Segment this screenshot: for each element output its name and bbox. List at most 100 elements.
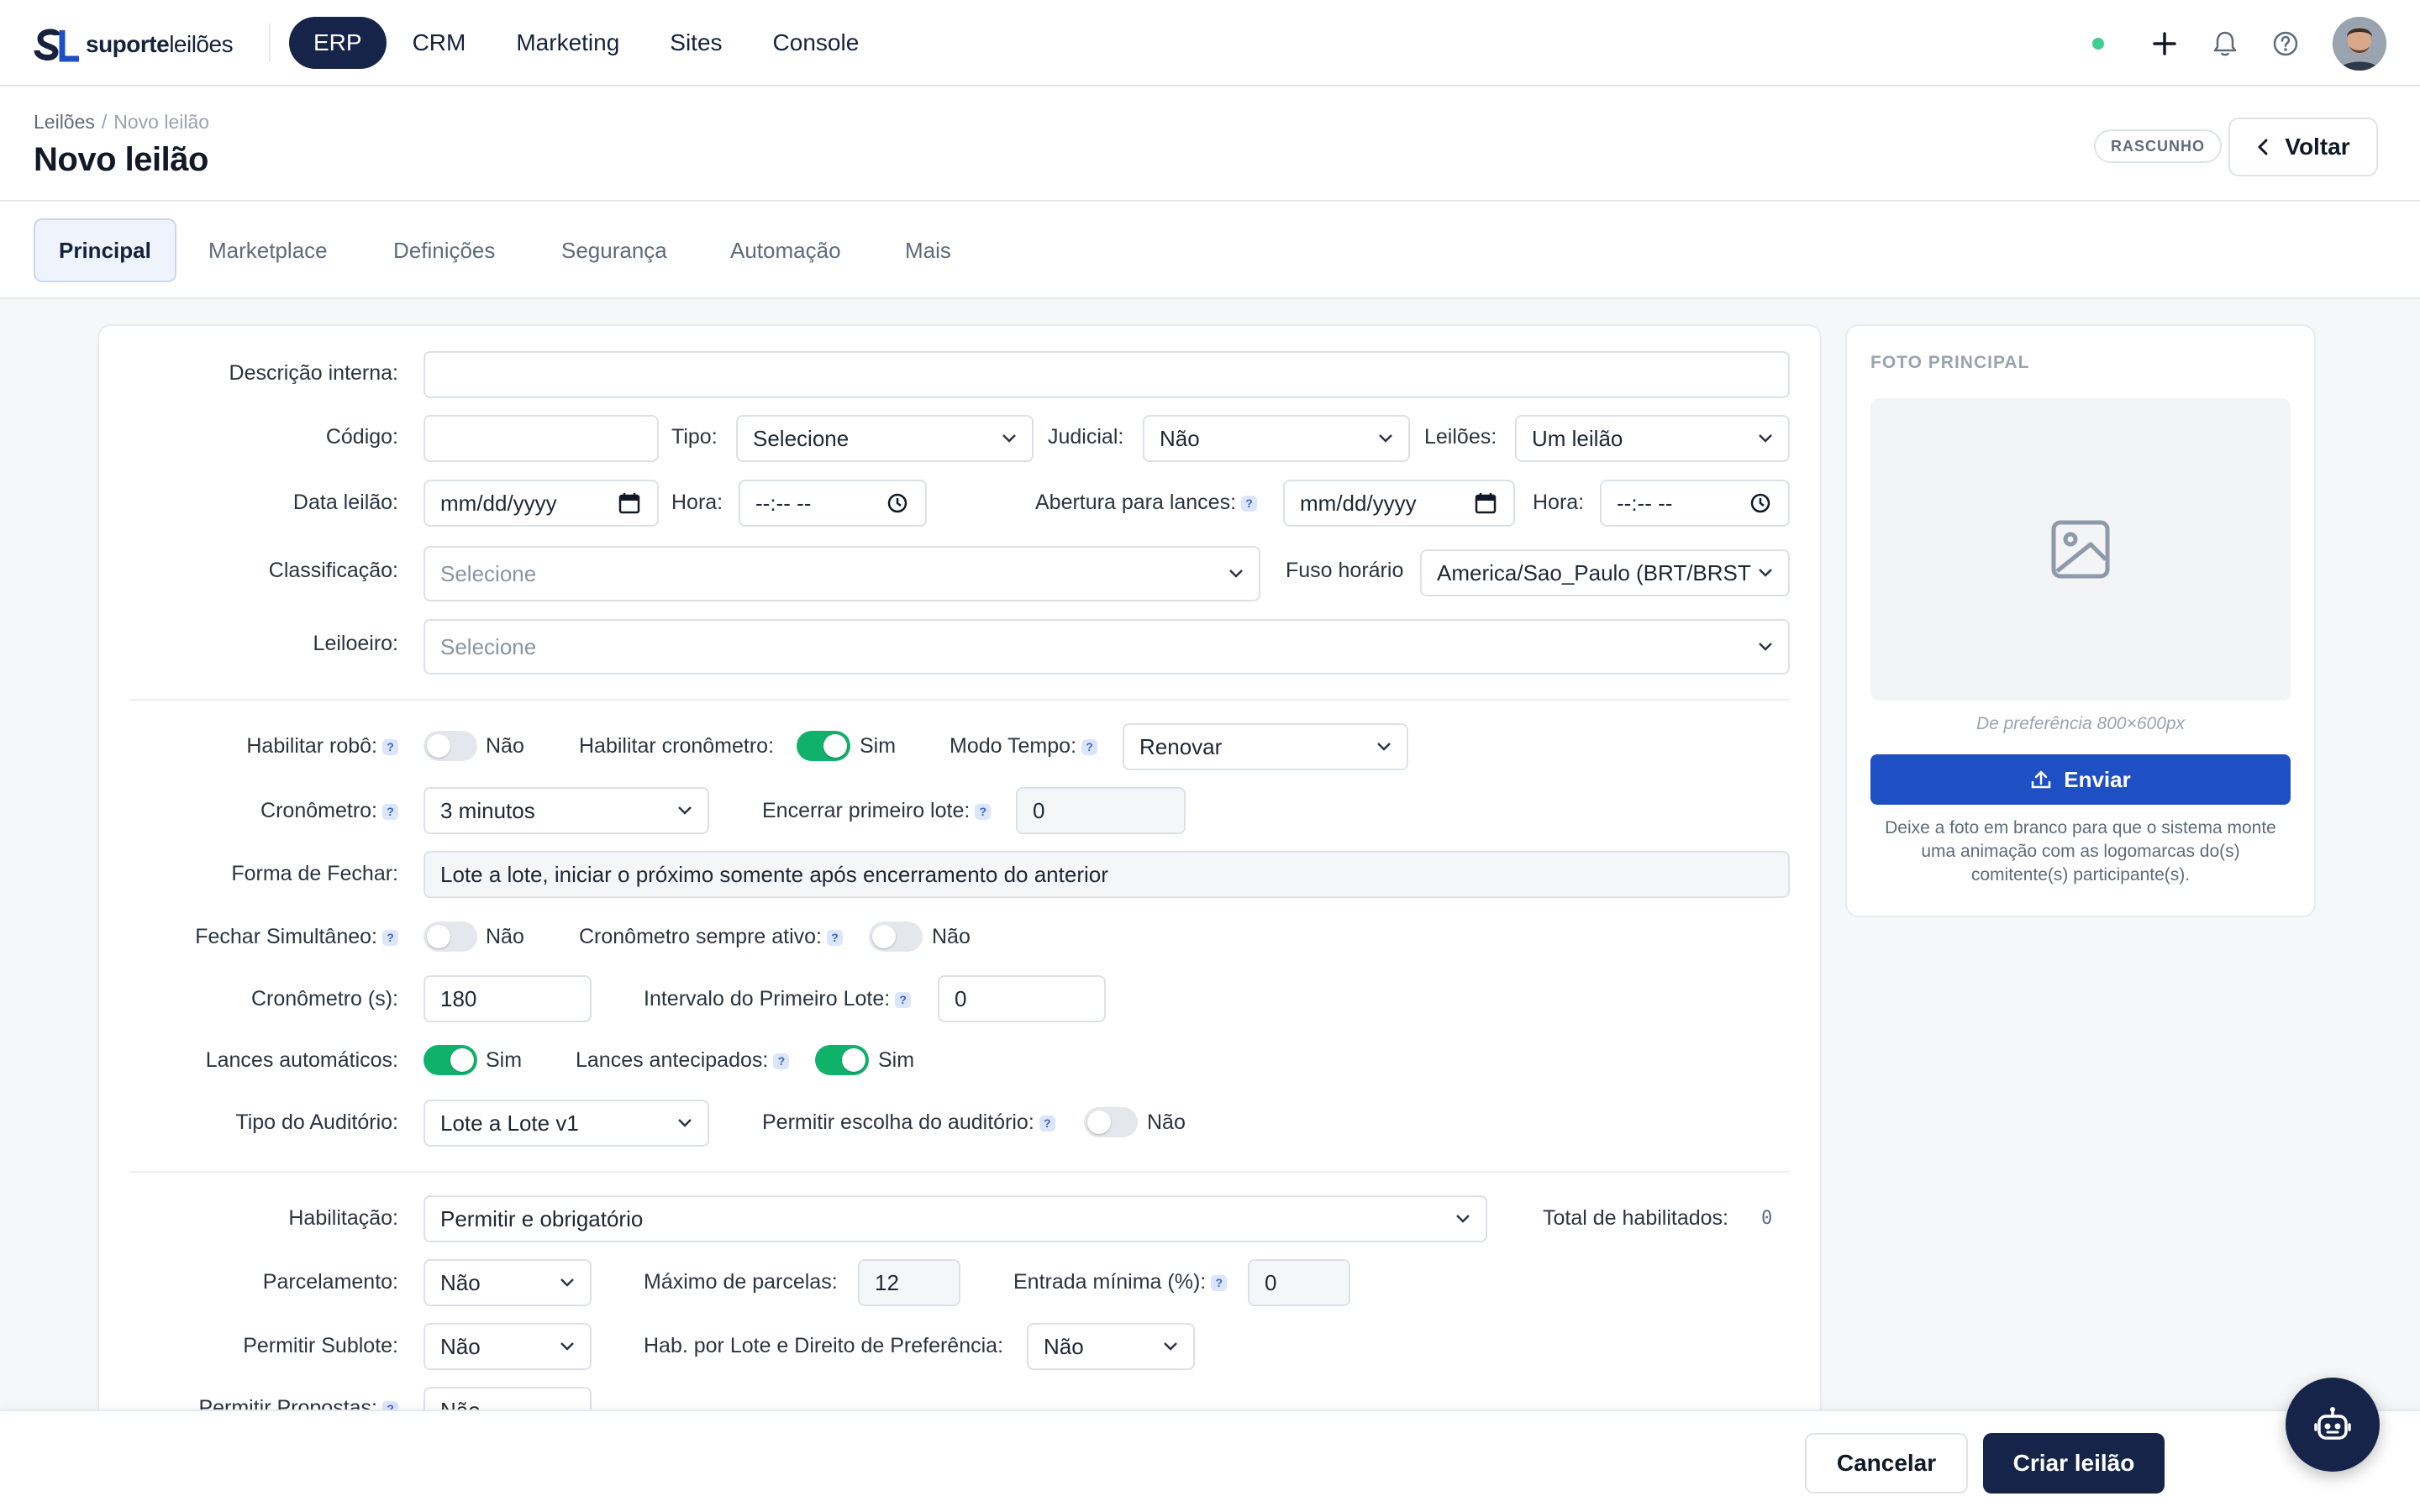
back-button-label: Voltar	[2285, 134, 2350, 160]
data-leilao-label: Data leilão:	[292, 491, 398, 514]
hab-lote-select[interactable]: Não	[1027, 1323, 1195, 1370]
data-leilao-value: mm/dd/yyyy	[440, 491, 557, 516]
lances-auto-label: Lances automáticos:	[205, 1048, 398, 1072]
help-icon[interactable]: ?	[382, 738, 398, 755]
help-icon[interactable]: ?	[827, 929, 844, 946]
tab-seguranca[interactable]: Segurança	[538, 218, 691, 282]
breadcrumb-parent-link[interactable]: Leilões	[34, 111, 95, 133]
robo-toggle[interactable]	[424, 731, 477, 761]
fuso-label: Fuso horário	[1286, 559, 1404, 582]
upload-icon	[2032, 770, 2051, 789]
nav-item-sites[interactable]: Sites	[645, 17, 746, 69]
photo-note: Deixe a foto em branco para que o sistem…	[1885, 818, 2276, 885]
help-icon[interactable]: ?	[382, 803, 398, 820]
lances-auto-toggle[interactable]	[424, 1045, 477, 1075]
help-icon[interactable]: ?	[773, 1053, 790, 1069]
chevron-down-icon	[1379, 434, 1392, 443]
permitir-auditorio-toggle[interactable]	[1084, 1107, 1138, 1137]
habilitacao-select-value: Permitir e obrigatório	[440, 1206, 644, 1231]
cronometro-hab-toggle-label: Sim	[860, 734, 897, 758]
chevron-down-icon	[1377, 743, 1391, 751]
cronometro-select-value: 3 minutos	[440, 798, 535, 823]
intervalo-input[interactable]: 0	[938, 975, 1106, 1022]
tab-principal[interactable]: Principal	[34, 218, 176, 282]
encerrar-input[interactable]: 0	[1016, 787, 1186, 834]
permitir-auditorio-label-text: Permitir escolha do auditório:	[762, 1110, 1034, 1134]
crono-ativo-toggle[interactable]	[869, 921, 923, 952]
judicial-select-value: Não	[1160, 426, 1200, 451]
help-icon[interactable]: ?	[1081, 738, 1098, 755]
chevron-left-icon	[2258, 139, 2268, 155]
assistant-robot-button[interactable]	[2286, 1378, 2380, 1472]
forma-fechar-select[interactable]: Lote a lote, iniciar o próximo somente a…	[424, 851, 1790, 898]
image-placeholder-icon	[2051, 520, 2110, 579]
lances-antecipados-toggle[interactable]	[815, 1045, 869, 1075]
data-leilao-input[interactable]: mm/dd/yyyy	[424, 480, 659, 527]
calendar-icon	[1475, 493, 1497, 514]
chevron-down-icon	[1759, 569, 1772, 577]
chevron-down-icon	[560, 1278, 574, 1287]
fechar-simultaneo-label: Fechar Simultâneo:?	[195, 925, 398, 949]
entrada-minima-input[interactable]: 0	[1248, 1259, 1350, 1306]
tab-automacao[interactable]: Automação	[707, 218, 865, 282]
nav-item-console[interactable]: Console	[749, 17, 884, 69]
cancel-button[interactable]: Cancelar	[1805, 1433, 1968, 1494]
hab-lote-select-value: Não	[1044, 1334, 1084, 1359]
auditorio-select[interactable]: Lote a Lote v1	[424, 1100, 709, 1147]
help-icon[interactable]: ?	[1039, 1115, 1055, 1131]
cronometro-select[interactable]: 3 minutos	[424, 787, 709, 834]
descricao-input[interactable]	[424, 351, 1790, 398]
back-button[interactable]: Voltar	[2228, 118, 2378, 176]
tipo-select[interactable]: Selecione	[736, 415, 1034, 462]
hab-lote-label: Hab. por Lote e Direito de Preferência:	[644, 1334, 1004, 1357]
hora-input[interactable]: --:-- --	[739, 480, 927, 527]
tab-marketplace[interactable]: Marketplace	[185, 218, 351, 282]
leiloeiro-select[interactable]: Selecione	[424, 619, 1790, 675]
help-icon[interactable]	[2267, 25, 2304, 62]
cronometro-hab-toggle[interactable]	[797, 731, 850, 761]
classificacao-select[interactable]: Selecione	[424, 546, 1260, 601]
photo-card-title: FOTO PRINCIPAL	[1870, 353, 2030, 372]
nav-item-crm[interactable]: CRM	[388, 17, 491, 69]
robo-label: Habilitar robô:?	[246, 734, 398, 759]
cronometro-s-label: Cronômetro (s):	[250, 987, 398, 1011]
plus-icon[interactable]	[2146, 25, 2183, 62]
judicial-select[interactable]: Não	[1143, 415, 1410, 462]
brand-logo[interactable]: suporteleilões	[34, 25, 234, 64]
leiloes-select[interactable]: Um leilão	[1515, 415, 1790, 462]
abertura-hora-input[interactable]: --:-- --	[1600, 480, 1790, 527]
codigo-label: Código:	[325, 425, 398, 449]
abertura-date-input[interactable]: mm/dd/yyyy	[1283, 480, 1515, 527]
permitir-auditorio-label: Permitir escolha do auditório:?	[762, 1110, 1055, 1135]
nav-item-erp[interactable]: ERP	[289, 17, 387, 69]
modo-tempo-select[interactable]: Renovar	[1123, 723, 1408, 770]
help-icon[interactable]: ?	[382, 929, 398, 946]
avatar[interactable]	[2333, 17, 2386, 71]
clock-icon	[1750, 493, 1770, 513]
nav-item-marketing[interactable]: Marketing	[492, 17, 644, 69]
parcelamento-select[interactable]: Não	[424, 1259, 592, 1306]
fechar-simultaneo-toggle[interactable]	[424, 921, 477, 952]
upload-button[interactable]: Enviar	[1870, 754, 2291, 805]
tab-bar: Principal Marketplace Definições Seguran…	[0, 202, 2420, 299]
auditorio-select-value: Lote a Lote v1	[440, 1110, 579, 1136]
help-icon[interactable]: ?	[1211, 1274, 1228, 1291]
abertura-date-value: mm/dd/yyyy	[1300, 491, 1417, 516]
create-auction-button[interactable]: Criar leilão	[1983, 1433, 2165, 1494]
fuso-select[interactable]: America/Sao_Paulo (BRT/BRST	[1420, 549, 1790, 596]
tab-mais[interactable]: Mais	[881, 218, 975, 282]
max-parcelas-input[interactable]: 12	[858, 1259, 960, 1306]
bell-icon[interactable]	[2207, 25, 2244, 62]
abertura-hora-value: --:-- --	[1617, 491, 1673, 516]
tab-definicoes[interactable]: Definições	[370, 218, 518, 282]
help-icon[interactable]: ?	[895, 991, 912, 1008]
fuso-select-value: America/Sao_Paulo (BRT/BRST	[1437, 560, 1751, 585]
cronometro-s-input[interactable]: 180	[424, 975, 592, 1022]
total-habilitados-value: 0	[1761, 1208, 1773, 1229]
help-icon[interactable]: ?	[975, 803, 992, 820]
sublote-select[interactable]: Não	[424, 1323, 592, 1370]
help-icon[interactable]: ?	[1241, 495, 1258, 512]
habilitacao-select[interactable]: Permitir e obrigatório	[424, 1195, 1487, 1242]
photo-dropzone[interactable]	[1870, 398, 2291, 701]
codigo-input[interactable]	[424, 415, 659, 462]
